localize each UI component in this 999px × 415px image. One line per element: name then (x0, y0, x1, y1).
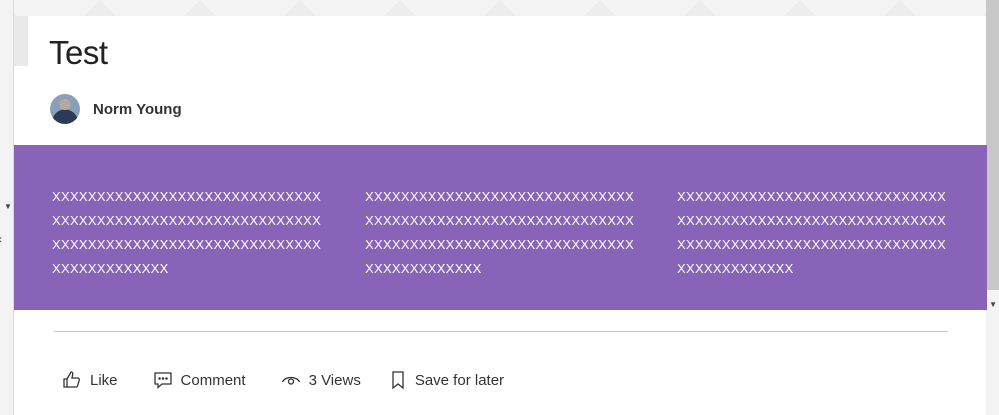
thumbs-up-icon (62, 370, 82, 390)
views-indicator: 3 Views (281, 370, 361, 390)
collapse-chevron-icon[interactable]: ‹ (0, 232, 2, 246)
page-title: Test (49, 34, 108, 71)
like-button[interactable]: Like (62, 370, 118, 390)
avatar[interactable] (50, 94, 80, 124)
save-for-later-label: Save for later (414, 371, 505, 389)
author-byline[interactable]: Norm Young (50, 94, 182, 124)
scroll-down-arrow-icon[interactable]: ▼ (989, 300, 997, 309)
social-actions-bar: Like Comment 3 Views Save for later (62, 368, 504, 392)
save-for-later-button[interactable]: Save for later (389, 370, 504, 390)
bookmark-icon (389, 370, 407, 390)
card-corner-shade (14, 16, 28, 66)
author-name[interactable]: Norm Young (93, 101, 182, 118)
comment-button[interactable]: Comment (153, 370, 246, 390)
dropdown-arrow-icon[interactable]: ▼ (4, 202, 12, 211)
right-scrollbar-thumb[interactable] (986, 0, 999, 290)
banner-column-3: XXXXXXXXXXXXXXXXXXXXXXXXXXXXXXXXXXXXXXXX… (677, 189, 947, 276)
comment-label: Comment (180, 371, 246, 389)
text-banner-section: XXXXXXXXXXXXXXXXXXXXXXXXXXXXXXXXXXXXXXXX… (14, 145, 987, 310)
views-count: 3 Views (308, 371, 361, 389)
banner-column-1: XXXXXXXXXXXXXXXXXXXXXXXXXXXXXXXXXXXXXXXX… (52, 189, 322, 276)
eye-icon (281, 370, 301, 390)
section-divider (54, 331, 948, 332)
like-label: Like (90, 371, 118, 389)
comment-icon (153, 370, 173, 390)
banner-column-2: XXXXXXXXXXXXXXXXXXXXXXXXXXXXXXXXXXXXXXXX… (365, 189, 635, 276)
